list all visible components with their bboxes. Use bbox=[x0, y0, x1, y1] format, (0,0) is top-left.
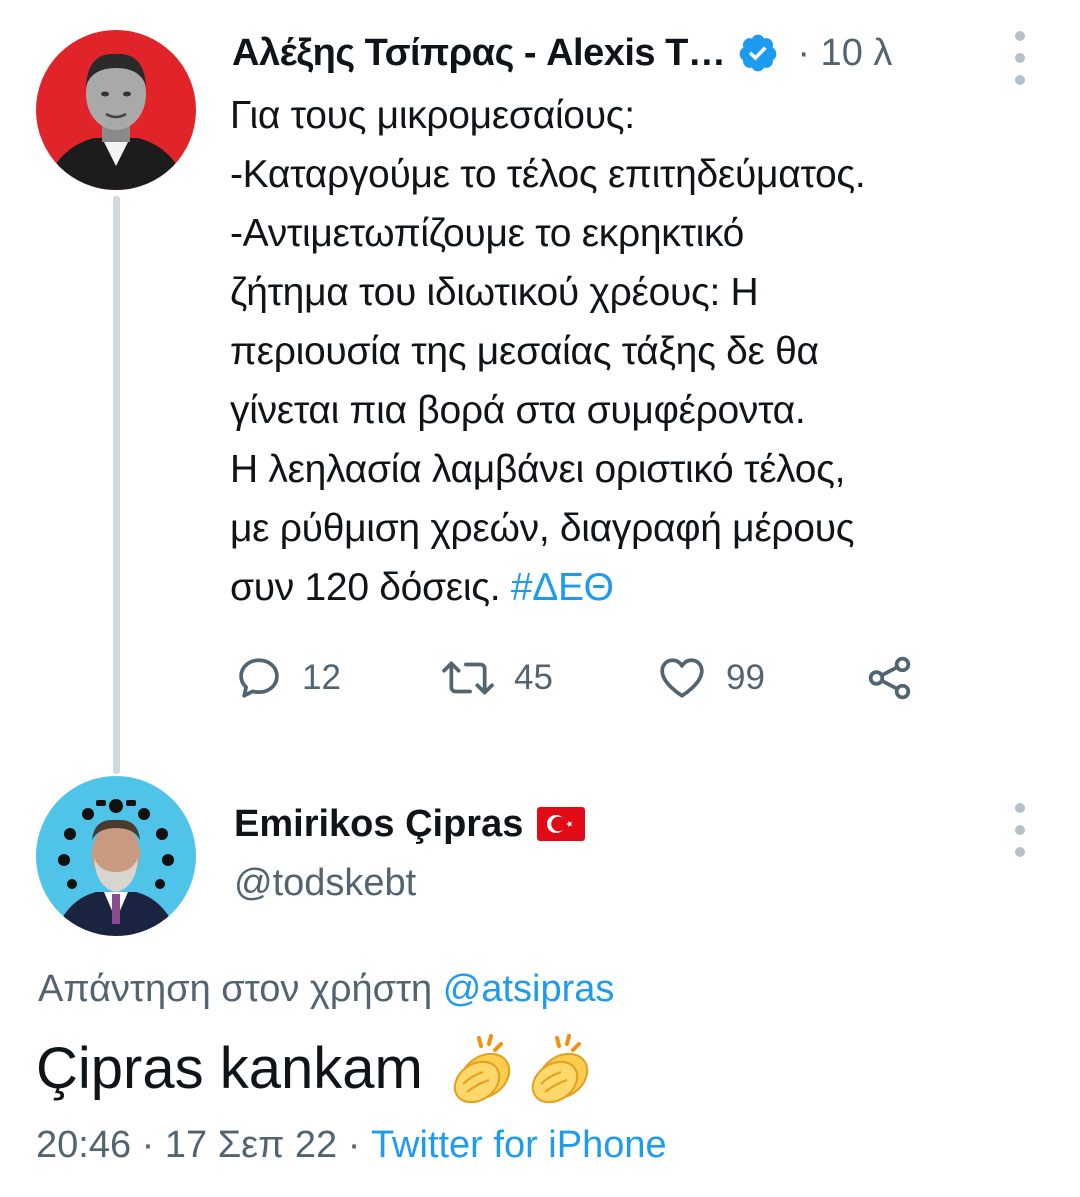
retweet-button[interactable]: 45 bbox=[440, 650, 553, 706]
reply-author-handle[interactable]: @todskebt bbox=[234, 862, 416, 905]
retweet-count: 45 bbox=[514, 658, 553, 697]
source-link[interactable]: Twitter for iPhone bbox=[371, 1124, 667, 1166]
tweet-text-line: -Καταργούμε το τέλος επιτηδεύματος. bbox=[230, 153, 866, 196]
more-vertical-icon[interactable] bbox=[1010, 28, 1030, 88]
tweet-text-line: περιουσία της μεσαίας τάξης δε θα bbox=[230, 330, 819, 373]
reply-author-name[interactable]: Emirikos Çipras bbox=[234, 803, 523, 846]
replying-to-user-link[interactable]: @atsipras bbox=[443, 968, 615, 1010]
clapping-hands-icon bbox=[453, 1034, 511, 1104]
like-count: 99 bbox=[726, 658, 765, 697]
tweet-text: Για τους μικρομεσαίους: -Καταργούμε το τέ… bbox=[230, 86, 1050, 617]
thread-connector-line bbox=[113, 196, 120, 774]
reply-button[interactable]: 12 bbox=[234, 650, 341, 706]
tweet-text-line-last: συν 120 δόσεις. bbox=[230, 566, 511, 609]
reply-text-row: Çipras kankam bbox=[36, 1030, 601, 1108]
tweet-text-line: -Αντιμετωπίζουμε το εκρηκτικό bbox=[230, 212, 745, 255]
tweet-time[interactable]: · 10 λ bbox=[797, 32, 892, 75]
reply-text: Çipras kankam bbox=[36, 1036, 423, 1101]
verified-badge-icon bbox=[739, 34, 777, 72]
heart-icon bbox=[660, 658, 704, 698]
hashtag-link[interactable]: #ΔΕΘ bbox=[511, 566, 614, 609]
share-button[interactable] bbox=[864, 650, 916, 706]
tweet-text-line: με ρύθμιση χρεών, διαγραφή μέρους bbox=[230, 507, 855, 550]
turkey-flag-icon bbox=[537, 807, 586, 841]
more-vertical-icon[interactable] bbox=[1010, 800, 1030, 860]
tweet-header: Αλέξης Τσίπρας - Alexis T… · 10 λ bbox=[232, 26, 892, 80]
clapping-hands-emoji bbox=[445, 1032, 601, 1106]
author-name[interactable]: Αλέξης Τσίπρας - Alexis T… bbox=[232, 32, 726, 75]
author-avatar[interactable] bbox=[36, 30, 196, 190]
tweet-text-line: συν 120 δόσεις. #ΔΕΘ bbox=[230, 558, 1050, 617]
tweet-text-line: Για τους μικρομεσαίους: bbox=[230, 94, 635, 137]
reply-count: 12 bbox=[302, 658, 341, 697]
like-button[interactable]: 99 bbox=[656, 650, 765, 706]
retweet-icon bbox=[442, 661, 494, 695]
share-icon bbox=[868, 656, 911, 700]
tweet-text-line: ζήτημα του ιδιωτικού χρέους: Η bbox=[230, 271, 759, 314]
tweet-text-line: Η λεηλασία λαμβάνει οριστικό τέλος, bbox=[230, 448, 846, 491]
tweet-meta: 20:46 · 17 Σεπ 22 · Twitter for iPhone bbox=[36, 1124, 667, 1167]
timestamp[interactable]: 20:46 · 17 Σεπ 22 · bbox=[36, 1124, 371, 1166]
replying-to-label: Απάντηση στον χρήστη bbox=[38, 968, 443, 1010]
replying-to: Απάντηση στον χρήστη @atsipras bbox=[38, 968, 614, 1011]
reply-bubble-icon bbox=[239, 658, 279, 698]
reply-author-avatar[interactable] bbox=[36, 776, 196, 936]
reply-header: Emirikos Çipras bbox=[234, 796, 586, 852]
tweet-text-line: γίνεται πια βορά στα συμφέροντα. bbox=[230, 389, 806, 432]
clapping-hands-icon bbox=[531, 1034, 589, 1104]
